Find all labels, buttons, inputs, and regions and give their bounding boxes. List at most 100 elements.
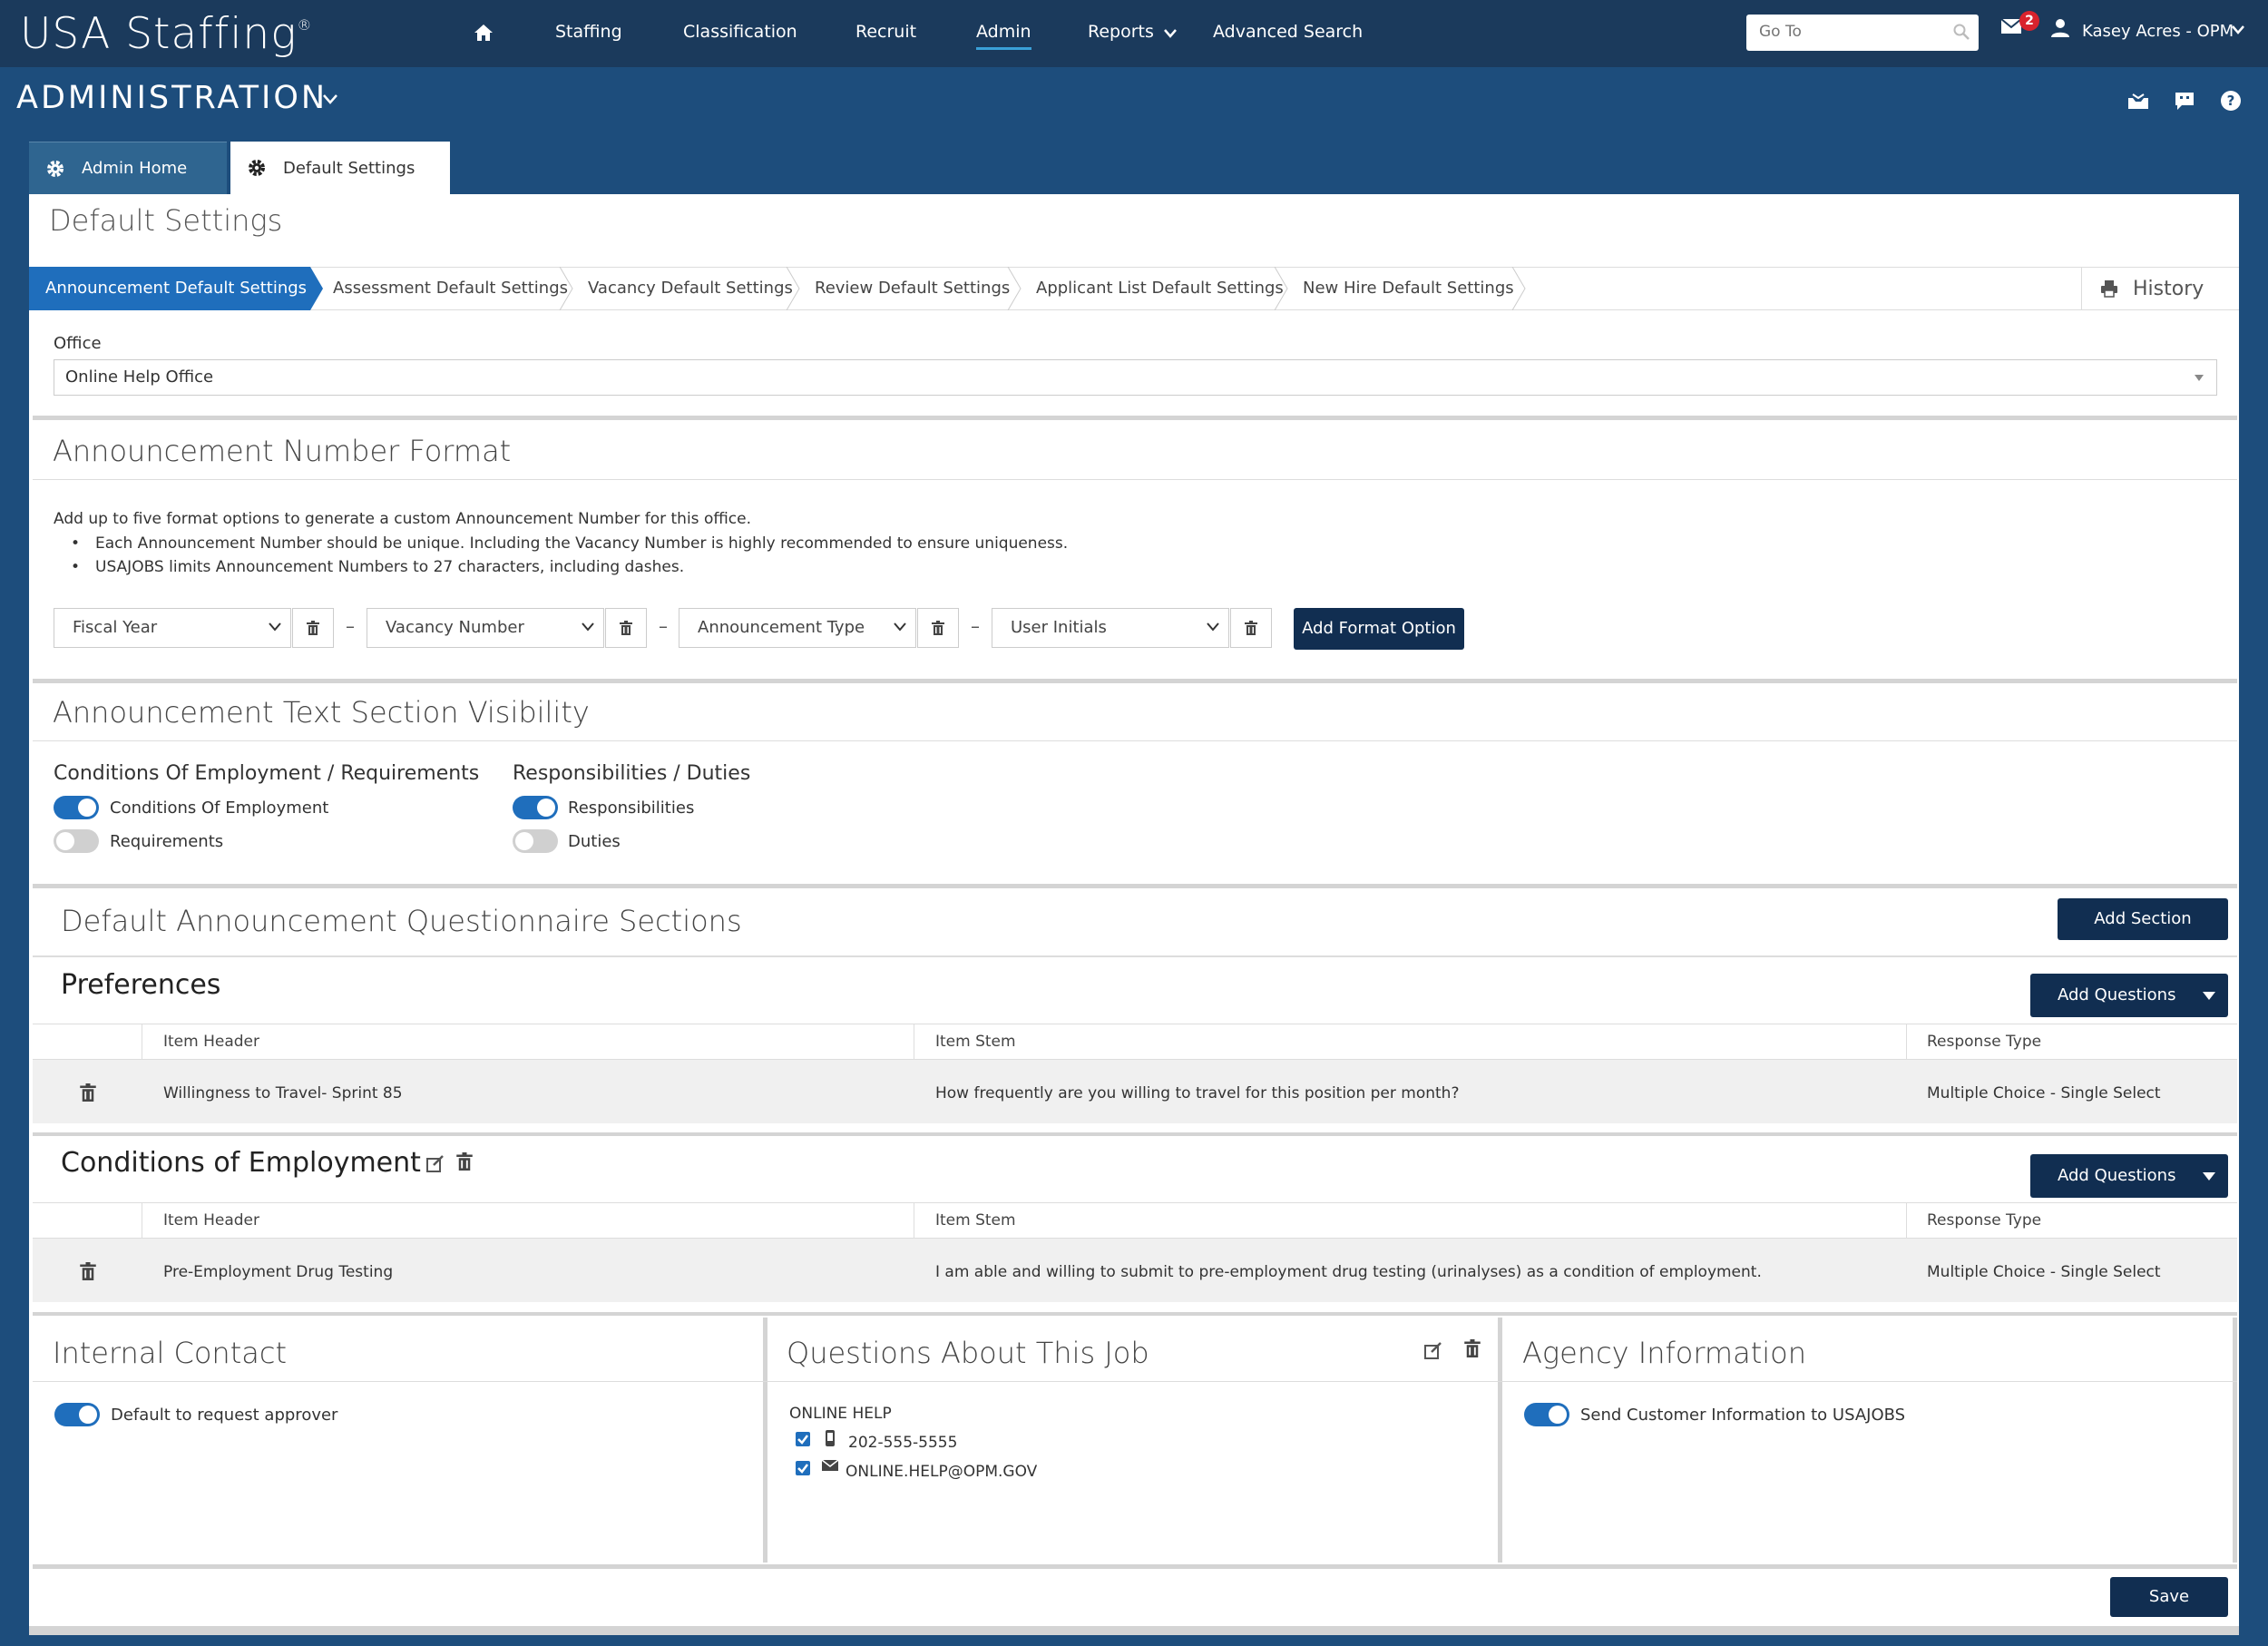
svg-text:?: ? xyxy=(2227,93,2235,109)
internal-contact-title: Internal Contact xyxy=(53,1336,287,1370)
column-header: Response Type xyxy=(1927,1033,2042,1051)
subtab-announcement[interactable]: Announcement Default Settings xyxy=(29,267,310,310)
nav-reports[interactable]: Reports xyxy=(1088,22,1154,42)
format-option-value: User Initials xyxy=(1011,618,1107,637)
messages-badge: 2 xyxy=(2019,11,2039,31)
nav-staffing[interactable]: Staffing xyxy=(555,22,622,42)
user-chevron-down-icon[interactable] xyxy=(2232,25,2244,34)
toggle-responsibilities[interactable] xyxy=(513,796,558,819)
trash-icon xyxy=(307,621,319,635)
subtab-review[interactable]: Review Default Settings xyxy=(815,267,1010,310)
column-divider xyxy=(1906,1202,1907,1239)
phone-checkbox[interactable] xyxy=(796,1432,810,1446)
delete-format-button[interactable] xyxy=(605,608,647,648)
chevron-down-icon xyxy=(269,622,281,632)
section-divider xyxy=(33,1132,2237,1136)
agency-info-title: Agency Information xyxy=(1522,1336,1806,1370)
user-icon[interactable] xyxy=(2050,18,2070,38)
format-separator: – xyxy=(346,615,355,637)
toggle-requirements[interactable] xyxy=(54,829,99,853)
help-icon[interactable]: ? xyxy=(2220,90,2242,112)
column-divider xyxy=(1906,1024,1907,1060)
section-chevron-down-icon[interactable] xyxy=(323,94,337,104)
nav-recruit[interactable]: Recruit xyxy=(855,22,916,42)
toggle-duties[interactable] xyxy=(513,829,558,853)
subtab-separator xyxy=(1007,267,1022,310)
add-questions-button[interactable]: Add Questions xyxy=(2030,974,2228,1017)
edit-icon[interactable] xyxy=(1424,1341,1442,1359)
caret-down-icon xyxy=(2203,992,2215,1000)
app-logo[interactable]: USA Staffing® xyxy=(20,9,312,59)
format-option-value: Fiscal Year xyxy=(73,618,158,637)
reports-chevron-down-icon[interactable] xyxy=(1164,29,1177,38)
contact-org: ONLINE HELP xyxy=(789,1405,892,1423)
toggle-label: Duties xyxy=(568,832,621,851)
nav-admin[interactable]: Admin xyxy=(976,22,1031,50)
format-option-value: Announcement Type xyxy=(698,618,865,637)
trash-icon[interactable] xyxy=(1464,1339,1481,1357)
add-questions-button[interactable]: Add Questions xyxy=(2030,1154,2228,1198)
user-name[interactable]: Kasey Acres - OPM xyxy=(2082,22,2234,41)
tab-label: Default Settings xyxy=(283,158,415,178)
subtab-new-hire[interactable]: New Hire Default Settings xyxy=(1303,267,1514,310)
email-checkbox[interactable] xyxy=(796,1461,810,1475)
section-divider xyxy=(33,1312,2237,1316)
inbox-icon[interactable] xyxy=(2127,92,2149,110)
toggle-request-approver[interactable] xyxy=(54,1403,100,1426)
contact-email: ONLINE.HELP@OPM.GOV xyxy=(846,1463,1038,1481)
add-section-button[interactable]: Add Section xyxy=(2058,898,2228,940)
response-type-cell: Multiple Choice - Single Select xyxy=(1927,1084,2161,1102)
delete-format-button[interactable] xyxy=(292,608,334,648)
add-format-option-button[interactable]: Add Format Option xyxy=(1294,608,1464,650)
column-divider xyxy=(1498,1318,1502,1563)
nav-advanced-search[interactable]: Advanced Search xyxy=(1213,22,1363,42)
contact-phone: 202-555-5555 xyxy=(848,1434,958,1452)
column-header: Item Header xyxy=(163,1211,260,1230)
format-option-select[interactable]: Vacancy Number xyxy=(367,608,604,648)
goto-field[interactable] xyxy=(1746,15,1979,51)
delete-format-button[interactable] xyxy=(1230,608,1272,648)
section-divider xyxy=(33,416,2237,420)
home-icon[interactable] xyxy=(474,24,494,42)
toggle-conditions-of-employment[interactable] xyxy=(54,796,99,819)
section-title[interactable]: ADMINISTRATION xyxy=(16,80,327,116)
history-button[interactable]: History xyxy=(2081,267,2239,310)
caret-down-icon xyxy=(2203,1172,2215,1181)
tab-default-settings[interactable]: Default Settings xyxy=(230,142,450,194)
questionnaire-section-title: Preferences xyxy=(61,969,221,1001)
number-format-bullet: Each Announcement Number should be uniqu… xyxy=(95,534,1069,553)
trash-icon xyxy=(1245,621,1257,635)
column-header: Item Stem xyxy=(935,1211,1016,1230)
search-icon[interactable] xyxy=(1953,24,1970,40)
tab-admin-home[interactable]: Admin Home xyxy=(29,142,227,194)
divider xyxy=(33,1381,2237,1382)
subtab-vacancy[interactable]: Vacancy Default Settings xyxy=(588,267,793,310)
section-divider xyxy=(33,884,2237,888)
goto-input[interactable] xyxy=(1746,15,1928,49)
section-divider xyxy=(33,1564,2237,1569)
page-title: Default Settings xyxy=(49,203,283,238)
subtab-applicant-list[interactable]: Applicant List Default Settings xyxy=(1036,267,1284,310)
format-separator: – xyxy=(971,615,980,637)
chat-icon[interactable] xyxy=(2174,91,2195,111)
column-header: Item Header xyxy=(163,1033,260,1051)
trash-icon[interactable] xyxy=(456,1152,473,1171)
edit-icon[interactable] xyxy=(426,1154,445,1172)
chevron-down-icon xyxy=(1207,622,1219,632)
format-option-select[interactable]: Announcement Type xyxy=(679,608,916,648)
trash-icon[interactable] xyxy=(80,1083,96,1102)
subtab-assessment[interactable]: Assessment Default Settings xyxy=(333,267,568,310)
format-option-select[interactable]: User Initials xyxy=(992,608,1229,648)
trash-icon xyxy=(620,621,632,635)
trash-icon[interactable] xyxy=(80,1262,96,1280)
nav-classification[interactable]: Classification xyxy=(683,22,797,42)
column-header: Response Type xyxy=(1927,1211,2042,1230)
office-label: Office xyxy=(54,334,102,353)
toggle-send-customer-info[interactable] xyxy=(1524,1403,1569,1426)
save-button[interactable]: Save xyxy=(2110,1577,2228,1617)
office-select[interactable]: Online Help Office xyxy=(54,359,2217,396)
chevron-down-icon xyxy=(894,622,906,632)
format-option-select[interactable]: Fiscal Year xyxy=(54,608,291,648)
delete-format-button[interactable] xyxy=(917,608,959,648)
item-header-cell: Pre-Employment Drug Testing xyxy=(163,1263,394,1281)
